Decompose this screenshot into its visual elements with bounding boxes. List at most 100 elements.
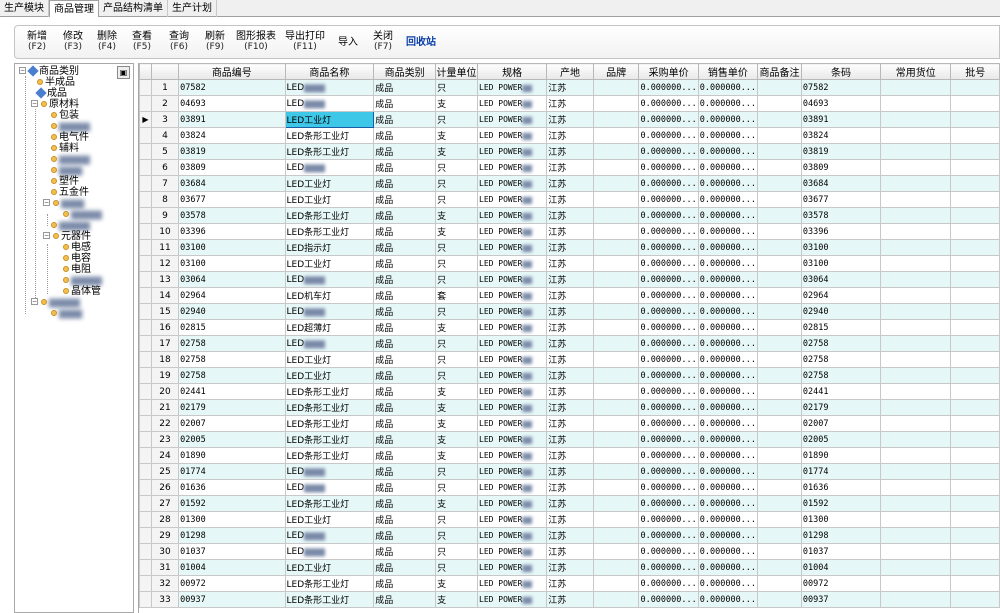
table-row[interactable]: 25 01774 LED▆▆▆ 成品只 LED POWER ▆▆ 江苏 0.000000..… bbox=[139, 463, 1000, 480]
table-row[interactable]: 22 02007 LED条形工业灯 成品支 LED POWER ▆▆ 江苏 0.000000… bbox=[139, 415, 1000, 432]
column-header[interactable]: 产地 bbox=[546, 63, 594, 80]
expand-toggle[interactable]: − bbox=[19, 67, 26, 74]
tab-product-management[interactable]: 商品管理 bbox=[49, 0, 99, 18]
cell-location bbox=[880, 239, 952, 256]
column-header[interactable]: 商品编号 bbox=[178, 63, 286, 80]
table-row[interactable]: 17 02758 LED▆▆▆ 成品只 LED POWER ▆▆ 江苏 0.000000..… bbox=[139, 335, 1000, 352]
column-header[interactable]: 常用货位 bbox=[880, 63, 952, 80]
tree-node[interactable]: 半成品 bbox=[37, 77, 75, 88]
column-header[interactable] bbox=[139, 63, 152, 80]
column-header[interactable]: 销售单价 bbox=[697, 63, 759, 80]
tab-production-module[interactable]: 生产模块 bbox=[0, 0, 49, 17]
table-row[interactable]: 2 04693 LED▆▆▆ 成品支 LED POWER ▆▆ 江苏 0.000000...… bbox=[139, 95, 1000, 112]
table-row[interactable]: 21 02179 LED条形工业灯 成品支 LED POWER ▆▆ 江苏 0.000000… bbox=[139, 399, 1000, 416]
table-row[interactable]: 9 03578 LED条形工业灯 成品支 LED POWER ▆▆ 江苏 0.000000.… bbox=[139, 207, 1000, 224]
table-row[interactable]: 19 02758 LED工业灯 成品只 LED POWER ▆▆ 江苏 0.000000..… bbox=[139, 367, 1000, 384]
tree-node-blurred[interactable]: ▆▆▆ bbox=[53, 198, 84, 209]
column-header[interactable]: 商品名称 bbox=[284, 63, 375, 80]
edit-button[interactable]: 修改 (F3) bbox=[55, 31, 91, 53]
tree-node[interactable]: 辅料 bbox=[51, 143, 79, 154]
table-row[interactable]: 4 03824 LED条形工业灯 成品支 LED POWER ▆▆ 江苏 0.000000.… bbox=[139, 127, 1000, 144]
table-row[interactable]: 13 03064 LED▆▆▆ 成品只 LED POWER ▆▆ 江苏 0.000000..… bbox=[139, 271, 1000, 288]
table-row[interactable]: 7 03684 LED工业灯 成品只 LED POWER ▆▆ 江苏 0.000000...… bbox=[139, 175, 1000, 192]
expand-toggle[interactable]: − bbox=[31, 100, 38, 107]
redacted-text: ▆▆ bbox=[522, 483, 532, 492]
close-button[interactable]: 关闭 (F7) bbox=[365, 31, 401, 53]
table-row[interactable]: 1 07582 LED▆▆▆ 成品只 LED POWER ▆▆ 江苏 0.000000...… bbox=[139, 79, 1000, 96]
row-indicator bbox=[139, 207, 152, 224]
cell-location bbox=[880, 335, 952, 352]
cell-purchase-price: 0.000000... bbox=[638, 127, 699, 144]
table-row[interactable]: 27 01592 LED条形工业灯 成品支 LED POWER ▆▆ 江苏 0.000000… bbox=[139, 495, 1000, 512]
tree-node-blurred[interactable]: ▆▆▆▆ bbox=[41, 297, 80, 308]
tree-node-blurred[interactable]: ▆▆▆▆ bbox=[51, 121, 90, 132]
table-row[interactable]: 8 03677 LED工业灯 成品只 LED POWER ▆▆ 江苏 0.000000...… bbox=[139, 191, 1000, 208]
column-header[interactable]: 规格 bbox=[476, 63, 548, 80]
table-row[interactable]: 14 02964 LED机车灯 成品套 LED POWER ▆▆ 江苏 0.000000..… bbox=[139, 287, 1000, 304]
cell-remark bbox=[757, 239, 802, 256]
table-row[interactable]: 31 01004 LED工业灯 成品只 LED POWER ▆▆ 江苏 0.000000..… bbox=[139, 559, 1000, 576]
tab-production-plan[interactable]: 生产计划 bbox=[168, 0, 217, 17]
tree-node[interactable]: 电容 bbox=[63, 253, 91, 264]
table-row[interactable]: 6 03809 LED▆▆▆ 成品只 LED POWER ▆▆ 江苏 0.000000...… bbox=[139, 159, 1000, 176]
add-button[interactable]: 新增 (F2) bbox=[19, 31, 55, 53]
tree-node[interactable]: 成品 bbox=[35, 87, 67, 99]
column-header[interactable]: 条码 bbox=[800, 63, 882, 80]
chart-report-button[interactable]: 图形报表 (F10) bbox=[233, 31, 279, 53]
table-row[interactable]: 23 02005 LED条形工业灯 成品支 LED POWER ▆▆ 江苏 0.000000… bbox=[139, 431, 1000, 448]
refresh-button[interactable]: 刷新 (F9) bbox=[197, 31, 233, 53]
column-header[interactable]: 采购单价 bbox=[638, 63, 699, 80]
table-row[interactable]: 20 02441 LED条形工业灯 成品支 LED POWER ▆▆ 江苏 0.000000… bbox=[139, 383, 1000, 400]
column-header[interactable]: 品牌 bbox=[592, 63, 640, 80]
tree-node[interactable]: 包装 bbox=[51, 110, 79, 121]
column-header[interactable]: 批号 bbox=[950, 63, 1000, 80]
table-row[interactable]: ▶ 3 03891 LED工业灯 成品只 LED POWER ▆▆ 江苏 0.000000..… bbox=[139, 111, 1000, 128]
table-row[interactable]: 16 02815 LED超薄灯 成品支 LED POWER ▆▆ 江苏 0.000000..… bbox=[139, 319, 1000, 336]
query-button[interactable]: 查询 (F6) bbox=[161, 31, 197, 53]
table-row[interactable]: 32 00972 LED条形工业灯 成品支 LED POWER ▆▆ 江苏 0.000000… bbox=[139, 575, 1000, 592]
tree-node[interactable]: 电感 bbox=[63, 242, 91, 253]
tree-node-blurred[interactable]: ▆▆▆ bbox=[51, 308, 82, 319]
column-header[interactable] bbox=[150, 63, 180, 80]
column-header[interactable]: 商品类别 bbox=[373, 63, 437, 80]
tree-node-blurred[interactable]: ▆▆▆▆ bbox=[51, 154, 90, 165]
table-row[interactable]: 18 02758 LED工业灯 成品只 LED POWER ▆▆ 江苏 0.000000..… bbox=[139, 351, 1000, 368]
tree-node[interactable]: 晶体管 bbox=[63, 286, 101, 297]
expand-toggle[interactable]: − bbox=[43, 232, 50, 239]
export-print-button[interactable]: 导出打印 (F11) bbox=[279, 31, 331, 53]
cell-remark bbox=[757, 143, 802, 160]
tree-node-blurred[interactable]: ▆▆▆▆ bbox=[63, 275, 102, 286]
tree-node-root[interactable]: 商品类别 bbox=[27, 65, 79, 77]
collapse-tree-icon[interactable]: ▣ bbox=[117, 66, 130, 79]
table-row[interactable]: 5 03819 LED条形工业灯 成品支 LED POWER ▆▆ 江苏 0.000000.… bbox=[139, 143, 1000, 160]
tree-node[interactable]: 塑件 bbox=[51, 176, 79, 187]
tree-node-blurred[interactable]: ▆▆▆▆ bbox=[51, 220, 90, 231]
table-row[interactable]: 11 03100 LED指示灯 成品只 LED POWER ▆▆ 江苏 0.000000..… bbox=[139, 239, 1000, 256]
table-row[interactable]: 15 02940 LED▆▆▆ 成品只 LED POWER ▆▆ 江苏 0.000000..… bbox=[139, 303, 1000, 320]
import-button[interactable]: 导入 bbox=[331, 37, 365, 48]
tree-node[interactable]: 五金件 bbox=[51, 187, 89, 198]
tree-node[interactable]: 原材料 bbox=[41, 99, 79, 110]
tree-node-blurred[interactable]: ▆▆▆ bbox=[51, 165, 82, 176]
expand-toggle[interactable]: − bbox=[31, 298, 38, 305]
expand-toggle[interactable]: − bbox=[43, 199, 50, 206]
tree-node[interactable]: 电阻 bbox=[63, 264, 91, 275]
table-row[interactable]: 30 01037 LED▆▆▆ 成品只 LED POWER ▆▆ 江苏 0.000000..… bbox=[139, 543, 1000, 560]
tab-bom[interactable]: 产品结构清单 bbox=[99, 0, 168, 17]
table-row[interactable]: 26 01636 LED▆▆▆ 成品只 LED POWER ▆▆ 江苏 0.000000..… bbox=[139, 479, 1000, 496]
recycle-bin-button[interactable]: 回收站 bbox=[401, 37, 441, 48]
table-row[interactable]: 29 01298 LED▆▆▆ 成品只 LED POWER ▆▆ 江苏 0.000000..… bbox=[139, 527, 1000, 544]
tree-node[interactable]: 电气件 bbox=[51, 132, 89, 143]
table-row[interactable]: 12 03100 LED工业灯 成品只 LED POWER ▆▆ 江苏 0.000000..… bbox=[139, 255, 1000, 272]
table-row[interactable]: 33 00937 LED条形工业灯 成品支 LED POWER ▆▆ 江苏 0.000000… bbox=[139, 591, 1000, 608]
table-row[interactable]: 24 01890 LED条形工业灯 成品支 LED POWER ▆▆ 江苏 0.000000… bbox=[139, 447, 1000, 464]
delete-button[interactable]: 删除 (F4) bbox=[91, 31, 123, 53]
table-row[interactable]: 28 01300 LED工业灯 成品只 LED POWER ▆▆ 江苏 0.000000..… bbox=[139, 511, 1000, 528]
cell-origin: 江苏 bbox=[546, 111, 594, 128]
column-header[interactable]: 计量单位 bbox=[435, 63, 478, 80]
table-row[interactable]: 10 03396 LED条形工业灯 成品支 LED POWER ▆▆ 江苏 0.000000… bbox=[139, 223, 1000, 240]
tree-node[interactable]: 元器件 bbox=[53, 231, 91, 242]
column-header[interactable]: 商品备注 bbox=[757, 63, 802, 80]
view-button[interactable]: 查看 (F5) bbox=[123, 31, 161, 53]
tree-node-blurred[interactable]: ▆▆▆▆ bbox=[63, 209, 102, 220]
